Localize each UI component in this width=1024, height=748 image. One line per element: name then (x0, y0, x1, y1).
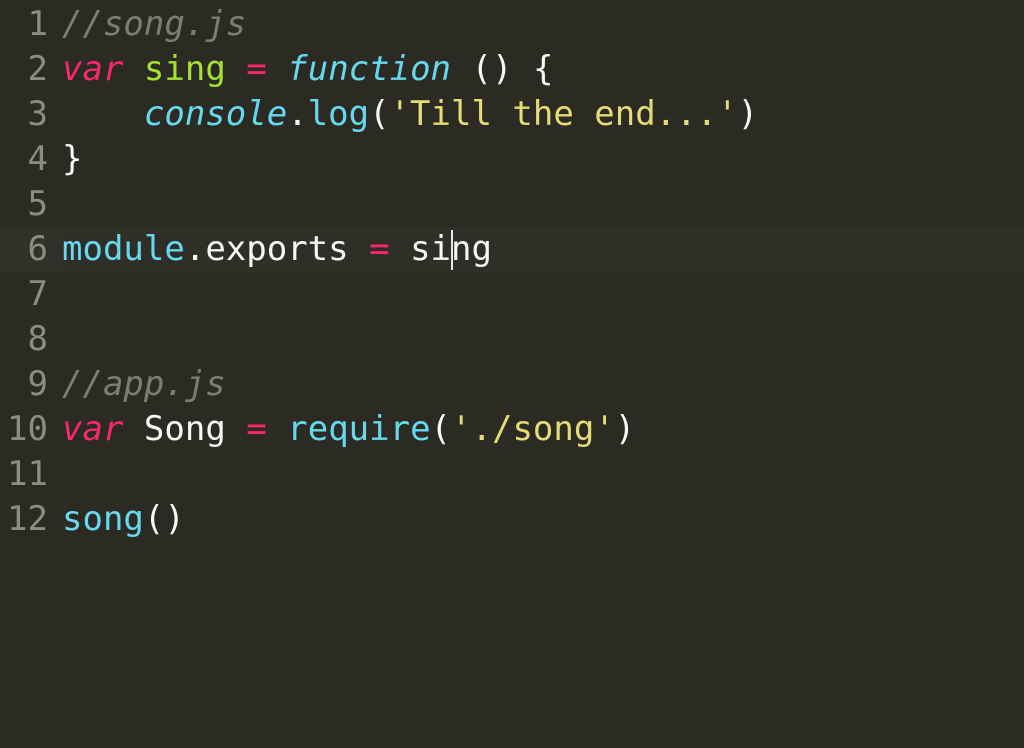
line-number: 10 (0, 407, 62, 452)
comment-token: //app.js (62, 364, 226, 404)
line-number: 11 (0, 452, 62, 497)
identifier-sing-part: ng (451, 229, 492, 269)
line-number: 1 (0, 2, 62, 47)
line-number: 4 (0, 137, 62, 182)
dot-token: . (287, 94, 307, 134)
code-content[interactable]: console.log('Till the end...') (62, 92, 1024, 137)
paren-open: ( (369, 94, 389, 134)
code-line[interactable]: 7 (0, 272, 1024, 317)
line-number: 8 (0, 317, 62, 362)
property-exports: exports (205, 229, 348, 269)
dot-token: . (185, 229, 205, 269)
operator-equals: = (369, 229, 389, 269)
paren-pair: () (472, 49, 513, 89)
brace-open: { (533, 49, 553, 89)
brace-close: } (62, 139, 82, 179)
identifier-song-cap: Song (144, 409, 226, 449)
code-line[interactable]: 9 //app.js (0, 362, 1024, 407)
comment-token: //song.js (62, 4, 246, 44)
code-line-active[interactable]: 6 module.exports = sing (0, 227, 1024, 272)
line-number: 12 (0, 497, 62, 542)
keyword-var: var (62, 49, 123, 89)
code-line[interactable]: 8 (0, 317, 1024, 362)
paren-pair: () (144, 499, 185, 539)
keyword-var: var (62, 409, 123, 449)
code-content[interactable]: } (62, 137, 1024, 182)
paren-close: ) (615, 409, 635, 449)
code-line[interactable]: 2 var sing = function () { (0, 47, 1024, 92)
code-line[interactable]: 3 console.log('Till the end...') (0, 92, 1024, 137)
line-number: 3 (0, 92, 62, 137)
identifier-song: song (62, 499, 144, 539)
code-content[interactable]: song() (62, 497, 1024, 542)
code-content[interactable]: var Song = require('./song') (62, 407, 1024, 452)
paren-open: ( (431, 409, 451, 449)
code-content[interactable]: var sing = function () { (62, 47, 1024, 92)
identifier-sing: sing (144, 49, 226, 89)
code-line[interactable]: 5 (0, 182, 1024, 227)
code-content[interactable]: module.exports = sing (62, 227, 1024, 272)
paren-close: ) (738, 94, 758, 134)
operator-equals: = (246, 49, 266, 89)
identifier-sing-part: si (410, 229, 451, 269)
code-line[interactable]: 1 //song.js (0, 2, 1024, 47)
line-number: 7 (0, 272, 62, 317)
line-number: 6 (0, 227, 62, 272)
code-line[interactable]: 10 var Song = require('./song') (0, 407, 1024, 452)
code-line[interactable]: 4 } (0, 137, 1024, 182)
identifier-module: module (62, 229, 185, 269)
identifier-console: console (144, 94, 287, 134)
code-line[interactable]: 11 (0, 452, 1024, 497)
operator-equals: = (246, 409, 266, 449)
function-require: require (287, 409, 430, 449)
code-content[interactable]: //song.js (62, 2, 1024, 47)
keyword-function: function (287, 49, 451, 89)
line-number: 5 (0, 182, 62, 227)
string-literal: './song' (451, 409, 615, 449)
code-editor[interactable]: 1 //song.js 2 var sing = function () { 3… (0, 0, 1024, 542)
string-literal: 'Till the end...' (390, 94, 738, 134)
method-log: log (308, 94, 369, 134)
line-number: 2 (0, 47, 62, 92)
line-number: 9 (0, 362, 62, 407)
code-content[interactable]: //app.js (62, 362, 1024, 407)
code-line[interactable]: 12 song() (0, 497, 1024, 542)
